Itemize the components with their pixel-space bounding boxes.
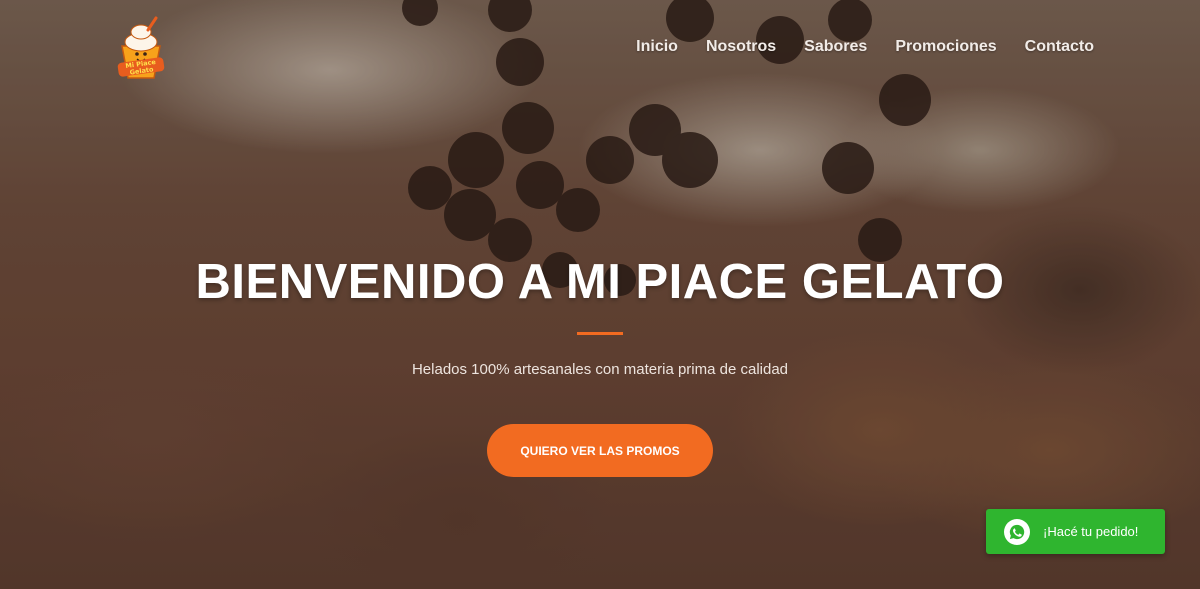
whatsapp-icon <box>1004 518 1030 545</box>
title-divider <box>577 332 623 335</box>
whatsapp-label: ¡Hacé tu pedido! <box>1043 524 1139 539</box>
hero-section: Mi Piace Gelato Inicio Nosotros Sabores … <box>0 0 1200 589</box>
nav-item-contacto[interactable]: Contacto <box>1025 38 1094 56</box>
hero-subtitle: Helados 100% artesanales con materia pri… <box>411 361 789 378</box>
brand-logo[interactable]: Mi Piace Gelato <box>116 16 166 80</box>
nav-item-inicio[interactable]: Inicio <box>636 38 678 56</box>
nav-item-nosotros[interactable]: Nosotros <box>706 38 776 56</box>
whatsapp-order-button[interactable]: ¡Hacé tu pedido! <box>986 509 1165 554</box>
hero-title: BIENVENIDO A MI PIACE GELATO <box>195 255 1005 309</box>
main-nav: Inicio Nosotros Sabores Promociones Cont… <box>636 38 1094 56</box>
promos-cta-button[interactable]: QUIERO VER LAS PROMOS <box>487 424 713 477</box>
nav-item-promociones[interactable]: Promociones <box>895 38 996 56</box>
nav-item-sabores[interactable]: Sabores <box>804 38 867 56</box>
